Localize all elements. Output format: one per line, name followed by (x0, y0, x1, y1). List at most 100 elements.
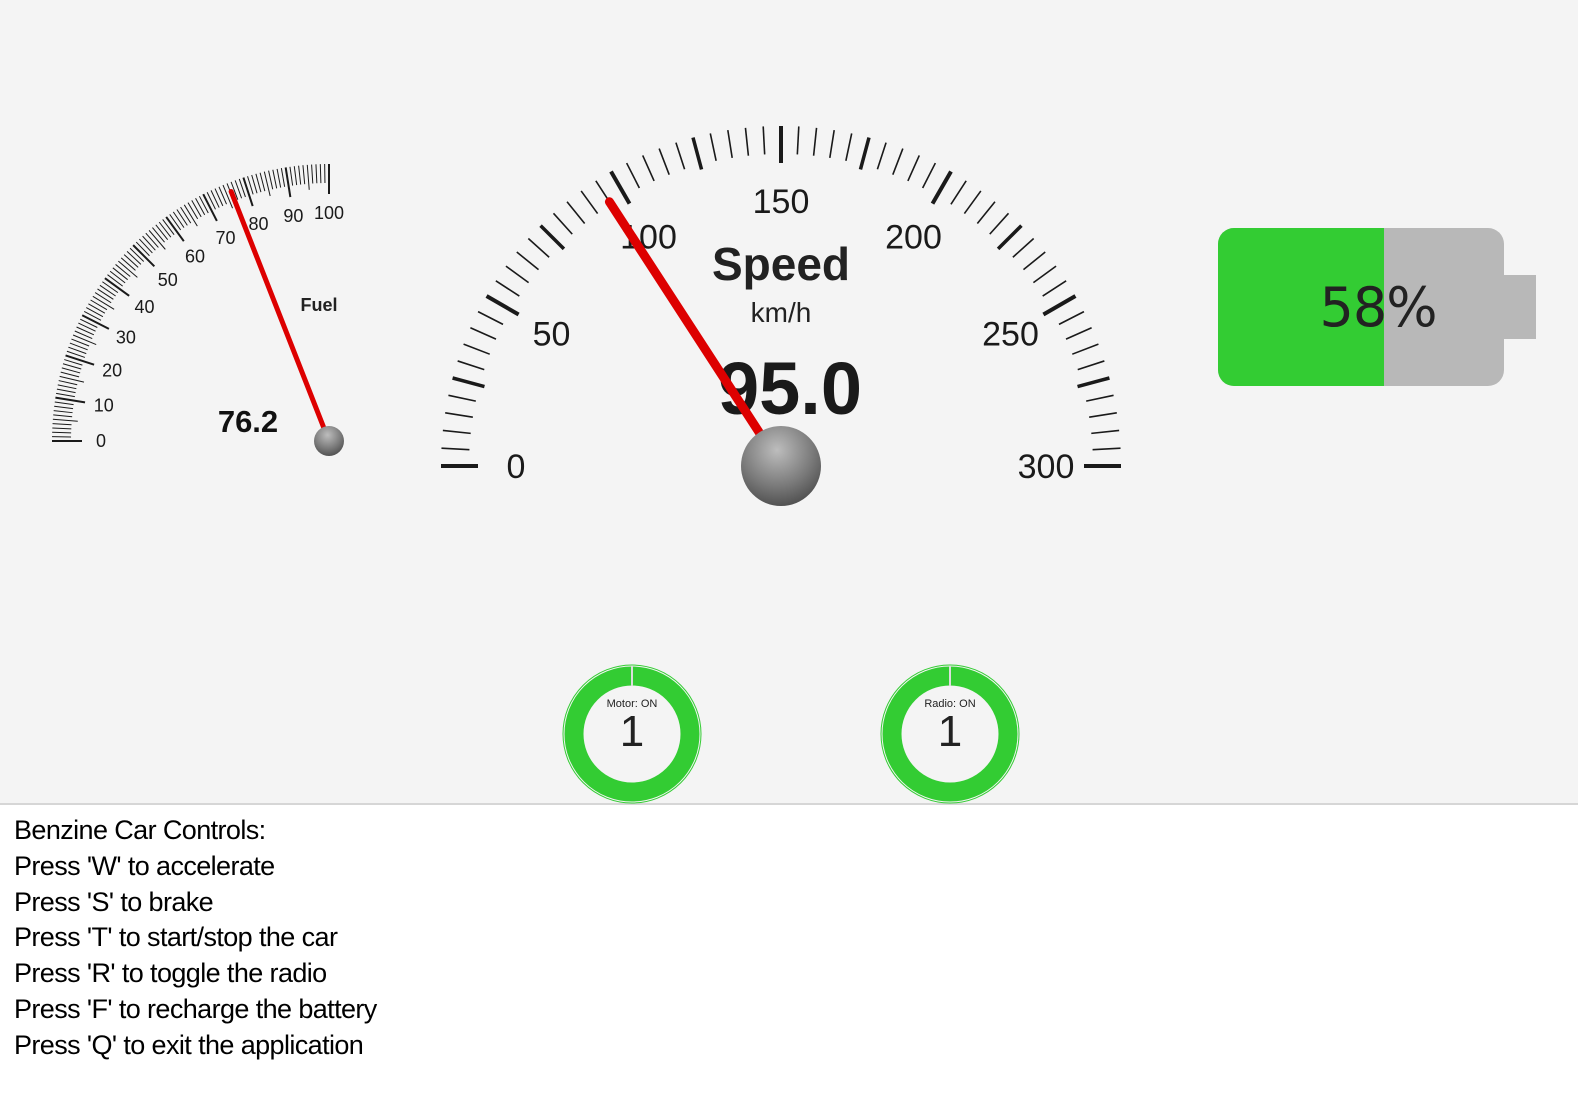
fuel-tick (176, 209, 188, 226)
speed-tick (976, 201, 996, 225)
fuel-tick (74, 330, 93, 339)
fuel-tick (139, 238, 153, 254)
speed-tick (539, 224, 566, 251)
radio-indicator-value: 1 (937, 707, 963, 756)
fuel-tick (90, 299, 108, 311)
fuel-tick (115, 264, 131, 277)
fuel-tick (52, 423, 72, 426)
fuel-gauge-value: 76.2 (218, 404, 278, 439)
speed-tick-label: 0 (507, 448, 526, 486)
speed-tick (950, 180, 967, 205)
fuel-tick (152, 227, 165, 243)
fuel-tick (132, 244, 156, 268)
motor-indicator-value: 1 (619, 707, 645, 756)
fuel-gauge-label: Fuel (300, 295, 337, 315)
speed-tick (442, 429, 471, 435)
speed-tick (477, 310, 504, 326)
fuel-tick (187, 202, 199, 220)
fuel-tick (53, 414, 73, 418)
fuel-tick (86, 307, 104, 318)
fuel-tick-label: 40 (135, 297, 155, 317)
speed-tick-label: 250 (982, 316, 1039, 354)
speed-tick (470, 326, 497, 340)
speed-tick-label: 300 (1018, 448, 1075, 486)
fuel-tick (126, 251, 142, 265)
fuel-tick (145, 232, 159, 248)
speed-tick (691, 137, 704, 170)
speed-tick (892, 148, 904, 176)
fuel-tick (52, 431, 72, 434)
speed-tick (1032, 265, 1057, 284)
fuel-tick (53, 410, 73, 414)
fuel-tick (72, 334, 97, 346)
fuel-tick (94, 292, 112, 304)
fuel-tick (58, 380, 78, 386)
speed-tick-label: 150 (753, 183, 810, 221)
fuel-tick (83, 310, 102, 321)
speed-tick (566, 201, 586, 225)
fuel-tick (198, 195, 209, 214)
speed-tick (1065, 326, 1092, 340)
fuel-tick (109, 270, 126, 284)
control-line-exit: Press 'Q' to exit the application (14, 1029, 364, 1060)
fuel-tick (57, 384, 77, 390)
fuel-tick (214, 188, 224, 207)
fuel-tick (102, 281, 119, 294)
fuel-tick (242, 177, 254, 207)
fuel-tick (142, 235, 156, 251)
fuel-tick (289, 166, 294, 186)
speed-tick (485, 294, 520, 317)
controls-title: Benzine Car Controls: (14, 815, 266, 845)
fuel-tick-label: 100 (314, 203, 344, 223)
fuel-tick (97, 288, 114, 300)
fuel-tick (259, 172, 266, 192)
speed-tick (858, 137, 871, 170)
fuel-tick (54, 401, 74, 406)
fuel-tick (180, 206, 192, 224)
speed-tick (876, 142, 887, 170)
fuel-tick (280, 168, 286, 187)
speed-tick (709, 133, 717, 161)
fuel-tick-label: 70 (215, 228, 235, 248)
fuel-tick-label: 20 (102, 361, 122, 381)
fuel-tick (165, 216, 185, 242)
speed-tick (812, 127, 818, 156)
speed-tick-label: 50 (533, 316, 571, 354)
fuel-gauge-hub (314, 426, 344, 456)
speed-tick (845, 133, 853, 161)
speed-tick (796, 126, 800, 155)
fuel-tick (298, 165, 302, 185)
fuel-tick (99, 284, 116, 297)
speed-gauge-value: 95.0 (718, 347, 862, 430)
fuel-tick (276, 168, 282, 188)
speed-tick (907, 155, 921, 182)
fuel-tick (302, 165, 306, 185)
speed-tick (527, 237, 550, 258)
speed-tick (1071, 343, 1099, 355)
fuel-tick-label: 0 (96, 431, 106, 451)
fuel-tick (65, 354, 95, 366)
speed-tick (1086, 394, 1114, 402)
speed-tick (744, 127, 750, 156)
fuel-tick (55, 396, 86, 404)
fuel-tick (54, 405, 74, 410)
fuel-tick (78, 322, 96, 332)
speed-tick (1012, 237, 1035, 258)
fuel-tick (218, 186, 227, 205)
speed-tick (516, 251, 540, 271)
speed-tick (963, 190, 982, 215)
fuel-tick-label: 90 (283, 206, 303, 226)
fuel-tick (158, 221, 172, 238)
fuel-tick (112, 267, 128, 281)
speed-tick (1077, 376, 1110, 389)
speed-tick (505, 265, 530, 284)
speed-tick (930, 170, 953, 205)
speed-tick (1091, 429, 1120, 435)
fuel-tick (210, 190, 220, 208)
speed-tick (829, 130, 835, 158)
fuel-tick (315, 164, 318, 184)
fuel-tick (268, 170, 274, 190)
control-line-radio: Press 'R' to toggle the radio (14, 958, 327, 989)
fuel-tick (123, 254, 139, 268)
fuel-tick (76, 326, 95, 336)
